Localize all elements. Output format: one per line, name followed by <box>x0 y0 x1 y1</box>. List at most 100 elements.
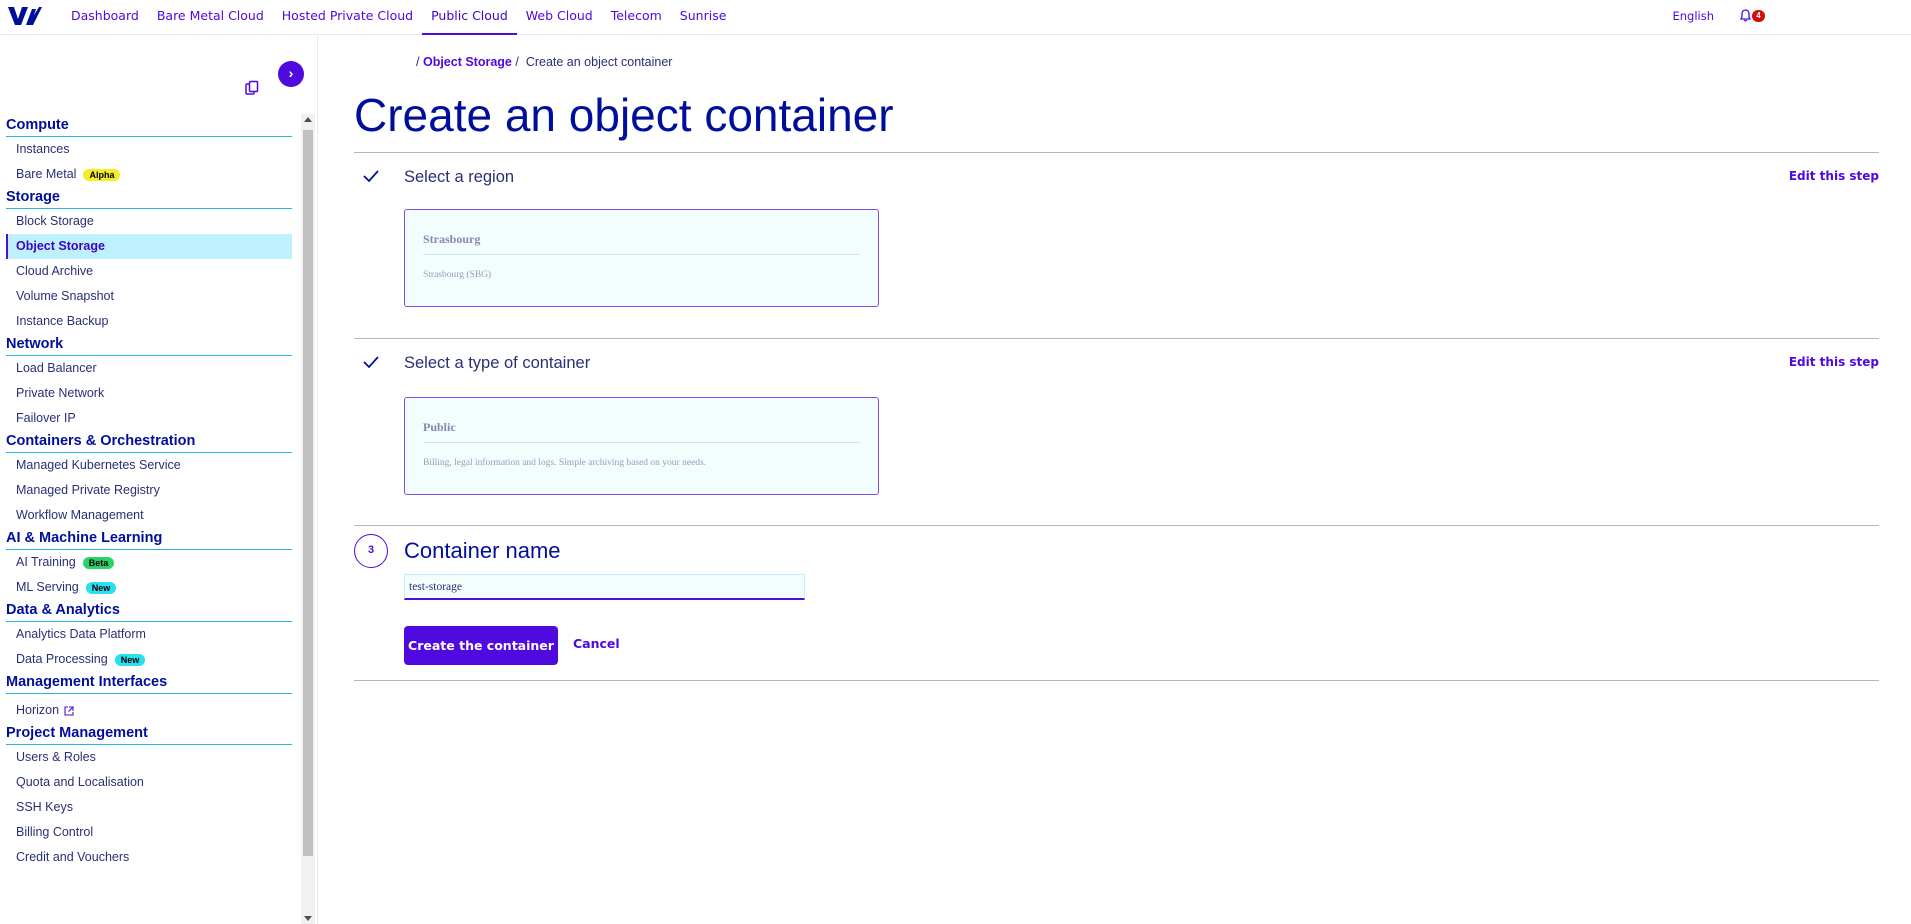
step-title: Container name <box>404 538 561 563</box>
sidebar-section-project: Project Management Users & Roles Quota a… <box>6 723 292 870</box>
sidebar-item-label: Private Network <box>16 386 105 400</box>
sidebar-section-title: Storage <box>6 187 292 209</box>
bell-icon <box>1740 9 1751 22</box>
beta-badge: Beta <box>82 556 115 569</box>
scrollbar-thumb[interactable] <box>303 130 313 856</box>
sidebar-section-title: Management Interfaces <box>6 672 292 694</box>
language-selector[interactable]: English <box>1672 9 1714 23</box>
copy-icon[interactable] <box>244 80 260 96</box>
sidebar-section-title: AI & Machine Learning <box>6 528 292 550</box>
container-type-tile-public[interactable]: Public Billing, legal information and lo… <box>404 397 879 495</box>
sidebar-item-users-roles[interactable]: Users & Roles <box>6 745 292 770</box>
tile-description: Strasbourg (SBG) <box>423 270 492 280</box>
sidebar-item-label: Volume Snapshot <box>16 289 114 303</box>
nav-public-cloud[interactable]: Public Cloud <box>422 0 517 35</box>
sidebar-item-label: Managed Kubernetes Service <box>16 458 181 472</box>
sidebar-section-title: Data & Analytics <box>6 600 292 622</box>
sidebar-item-private-network[interactable]: Private Network <box>6 381 292 406</box>
sidebar-item-managed-private-registry[interactable]: Managed Private Registry <box>6 478 292 503</box>
tile-divider <box>423 254 860 255</box>
sidebar-item-cloud-archive[interactable]: Cloud Archive <box>6 259 292 284</box>
sidebar-item-label: AI Training <box>16 555 76 569</box>
breadcrumb-current: Create an object container <box>525 55 673 69</box>
sidebar-item-instances[interactable]: Instances <box>6 137 292 162</box>
sidebar-item-workflow-management[interactable]: Workflow Management <box>6 503 292 528</box>
ovh-logo-icon[interactable] <box>6 5 42 27</box>
region-tile-strasbourg[interactable]: Strasbourg Strasbourg (SBG) <box>404 209 879 307</box>
step-title: Select a type of container <box>404 354 591 372</box>
nav-telecom[interactable]: Telecom <box>602 0 671 35</box>
sidebar-item-failover-ip[interactable]: Failover IP <box>6 406 292 431</box>
check-icon <box>363 356 379 369</box>
breadcrumb-object-storage[interactable]: Object Storage <box>423 55 512 69</box>
tile-title: Public <box>423 420 456 434</box>
new-badge: New <box>114 653 146 666</box>
sidebar-item-label: Bare Metal <box>16 167 77 181</box>
sidebar-item-label: Load Balancer <box>16 361 97 375</box>
nav-web-cloud[interactable]: Web Cloud <box>517 0 602 35</box>
alpha-badge: Alpha <box>83 168 121 181</box>
sidebar-item-label: Analytics Data Platform <box>16 627 146 641</box>
breadcrumb-separator: / <box>515 55 519 69</box>
step-number-badge: 3 <box>354 534 388 568</box>
sidebar-toggle-button[interactable]: › <box>278 61 304 87</box>
sidebar-item-label: Horizon <box>16 703 60 717</box>
nav-bare-metal-cloud[interactable]: Bare Metal Cloud <box>148 0 273 35</box>
sidebar-item-block-storage[interactable]: Block Storage <box>6 209 292 234</box>
external-link-icon <box>64 705 74 716</box>
sidebar-item-label: Object Storage <box>16 239 105 253</box>
tile-description: Billing, legal information and logs. Sim… <box>423 458 707 468</box>
sidebar-item-label: Credit and Vouchers <box>16 850 130 864</box>
sidebar-item-bare-metal[interactable]: Bare Metal Alpha <box>6 162 292 187</box>
sidebar-section-data: Data & Analytics Analytics Data Platform… <box>6 600 292 672</box>
divider <box>354 680 1879 681</box>
breadcrumb-separator: / <box>416 55 420 69</box>
main-nav: Dashboard Bare Metal Cloud Hosted Privat… <box>62 0 735 35</box>
edit-step-region-link[interactable]: Edit this step <box>1789 169 1879 183</box>
sidebar-item-credit-vouchers[interactable]: Credit and Vouchers <box>6 845 292 870</box>
new-badge: New <box>85 581 117 594</box>
sidebar-item-ssh-keys[interactable]: SSH Keys <box>6 795 292 820</box>
sidebar-item-quota-localisation[interactable]: Quota and Localisation <box>6 770 292 795</box>
sidebar-item-managed-kubernetes[interactable]: Managed Kubernetes Service <box>6 453 292 478</box>
sidebar-section-storage: Storage Block Storage Object Storage Clo… <box>6 187 292 334</box>
notifications-button[interactable]: 4 <box>1740 8 1766 26</box>
nav-sunrise[interactable]: Sunrise <box>671 0 736 35</box>
nav-dashboard[interactable]: Dashboard <box>62 0 148 35</box>
container-name-input[interactable] <box>404 574 805 600</box>
sidebar-item-label: Block Storage <box>16 214 94 228</box>
sidebar-section-title: Compute <box>6 114 292 137</box>
sidebar-section-network: Network Load Balancer Private Network Fa… <box>6 334 292 431</box>
sidebar-item-label: Cloud Archive <box>16 264 94 278</box>
sidebar-item-horizon[interactable]: Horizon <box>6 698 292 723</box>
sidebar-scrollbar[interactable] <box>301 114 315 924</box>
cancel-button[interactable]: Cancel <box>573 636 620 651</box>
sidebar-item-data-processing[interactable]: Data Processing New <box>6 647 292 672</box>
sidebar-item-volume-snapshot[interactable]: Volume Snapshot <box>6 284 292 309</box>
sidebar-item-load-balancer[interactable]: Load Balancer <box>6 356 292 381</box>
create-container-button[interactable]: Create the container <box>404 626 558 665</box>
check-icon <box>363 170 379 183</box>
edit-step-type-link[interactable]: Edit this step <box>1789 355 1879 369</box>
top-navbar: Dashboard Bare Metal Cloud Hosted Privat… <box>0 0 1911 35</box>
sidebar-item-label: Instance Backup <box>16 314 109 328</box>
main-content: / Object Storage / Create an object cont… <box>318 36 1911 924</box>
nav-hosted-private-cloud[interactable]: Hosted Private Cloud <box>273 0 422 35</box>
notification-count-badge: 4 <box>1752 10 1765 22</box>
scroll-up-arrow-icon[interactable] <box>304 117 312 122</box>
tile-title: Strasbourg <box>423 232 481 246</box>
sidebar-item-billing-control[interactable]: Billing Control <box>6 820 292 845</box>
sidebar-item-analytics-data-platform[interactable]: Analytics Data Platform <box>6 622 292 647</box>
sidebar-item-label: Quota and Localisation <box>16 775 144 789</box>
sidebar-section-containers: Containers & Orchestration Managed Kuber… <box>6 431 292 528</box>
tile-divider <box>423 442 860 443</box>
sidebar-item-ai-training[interactable]: AI Training Beta <box>6 550 292 575</box>
sidebar-item-label: Users & Roles <box>16 750 96 764</box>
sidebar-menu: Compute Instances Bare Metal Alpha Storag… <box>0 114 296 924</box>
sidebar-item-instance-backup[interactable]: Instance Backup <box>6 309 292 334</box>
sidebar-item-object-storage[interactable]: Object Storage <box>6 234 292 259</box>
scroll-down-arrow-icon[interactable] <box>304 916 312 921</box>
sidebar-section-title: Network <box>6 334 292 356</box>
sidebar-item-ml-serving[interactable]: ML Serving New <box>6 575 292 600</box>
sidebar-item-label: Workflow Management <box>16 508 144 522</box>
